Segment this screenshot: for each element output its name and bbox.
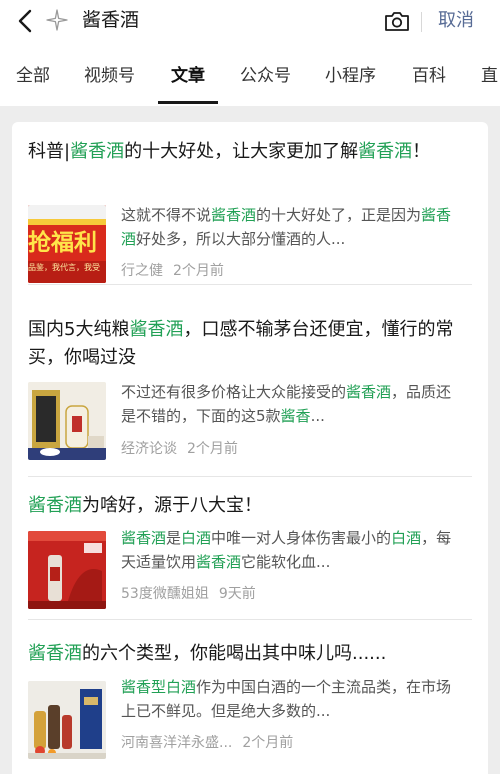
article-time: 9天前 xyxy=(218,586,256,602)
text-segment: 它能软化血... xyxy=(241,553,331,571)
article-meta: 河南喜洋洋永盛... 2个月前 xyxy=(121,733,293,753)
article-thumbnail xyxy=(28,382,106,460)
article-time: 2个月前 xyxy=(242,735,294,751)
article-meta: 53度微醺姐姐 9天前 xyxy=(121,584,256,604)
search-bar: 酱香酒 取消 xyxy=(0,0,500,44)
article-thumbnail: 抢福利 品鉴，我代言，我受 xyxy=(28,205,106,283)
text-segment: 是 xyxy=(166,529,182,547)
article-title[interactable]: 国内5大纯粮酱香酒，口感不输茅台还便宜，懂行的常买，你喝过没 xyxy=(28,316,476,372)
keyword-highlight: 酱香酒 xyxy=(129,319,184,340)
article-thumbnail xyxy=(28,681,106,759)
article-results: 科普|酱香酒的十大好处，让大家更加了解酱香酒！ 抢福利 品鉴，我代言，我受 这就… xyxy=(12,122,488,774)
keyword-highlight: 酱香酒 xyxy=(121,529,167,547)
search-input[interactable]: 酱香酒 xyxy=(82,7,139,33)
article-source[interactable]: 经济论谈 xyxy=(121,441,177,457)
keyword-highlight: 酱香酒 xyxy=(196,553,242,571)
keyword-highlight: 酱香酒 xyxy=(28,495,82,516)
tab-all[interactable]: 全部 xyxy=(16,64,50,88)
text-segment: ！ xyxy=(412,141,431,162)
active-tab-indicator xyxy=(158,101,218,104)
article-thumbnail xyxy=(28,531,106,609)
keyword-highlight: 酱香酒 xyxy=(211,206,257,224)
text-segment: 不过还有很多价格让大众能接受的 xyxy=(121,383,347,401)
article-title[interactable]: 科普|酱香酒的十大好处，让大家更加了解酱香酒！ xyxy=(28,138,476,166)
keyword-highlight: 白酒 xyxy=(391,529,422,547)
article-snippet: 不过还有很多价格让大众能接受的酱香酒，品质还是不错的，下面的这5款酱香... xyxy=(121,380,466,428)
article-snippet: 这就不得不说酱香酒的十大好处了，正是因为酱香酒好处多，所以大部分懂酒的人... xyxy=(121,203,466,251)
divider xyxy=(421,12,422,32)
keyword-highlight: 酱香酒 xyxy=(28,643,82,664)
thumbnail-caption: 抢福利 xyxy=(28,230,97,256)
article-time: 2个月前 xyxy=(173,263,224,279)
text-segment: 科普| xyxy=(28,141,71,162)
camera-icon[interactable] xyxy=(384,10,410,32)
tab-articles[interactable]: 文章 xyxy=(171,64,205,88)
text-segment: 的六个类型，你能喝出其中味儿吗...... xyxy=(82,643,387,664)
sparkle-icon xyxy=(46,9,68,31)
tab-mini-programs[interactable]: 小程序 xyxy=(325,64,376,88)
text-segment: 这就不得不说 xyxy=(121,206,212,224)
thumbnail-subcaption: 品鉴，我代言，我受 xyxy=(28,263,100,272)
keyword-highlight: 酱香 xyxy=(280,407,311,425)
text-segment: 为啥好，源于八大宝！ xyxy=(82,495,262,516)
text-segment: 好处多，所以大部分懂酒的人... xyxy=(136,230,346,248)
text-segment: 国内5大纯粮 xyxy=(28,319,130,340)
article-meta: 行之健 2个月前 xyxy=(121,261,224,281)
keyword-highlight: 酱香酒 xyxy=(358,141,413,162)
article-title[interactable]: 酱香酒的六个类型，你能喝出其中味儿吗...... xyxy=(28,640,476,668)
category-tabs: 全部 视频号 文章 公众号 小程序 百科 直 xyxy=(0,44,500,106)
tab-encyclopedia[interactable]: 百科 xyxy=(412,64,446,88)
article-source[interactable]: 53度微醺姐姐 xyxy=(121,586,209,602)
article-snippet: 酱香酒是白酒中唯一对人身体伤害最小的白酒，每天适量饮用酱香酒它能软化血... xyxy=(121,526,466,574)
article-card[interactable]: 国内5大纯粮酱香酒，口感不输茅台还便宜，懂行的常买，你喝过没 不过还有很多价格让… xyxy=(12,285,488,477)
cancel-button[interactable]: 取消 xyxy=(438,8,474,34)
keyword-highlight: 白酒 xyxy=(181,529,212,547)
tab-official-accounts[interactable]: 公众号 xyxy=(240,64,291,88)
back-arrow-icon[interactable] xyxy=(14,8,38,34)
article-card[interactable]: 酱香酒为啥好，源于八大宝！ 酱香酒是白酒中唯一对人身体伤害最小的白酒，每天适量饮… xyxy=(12,477,488,620)
article-source[interactable]: 河南喜洋洋永盛... xyxy=(121,735,232,751)
article-source[interactable]: 行之健 xyxy=(121,263,163,279)
article-card[interactable]: 科普|酱香酒的十大好处，让大家更加了解酱香酒！ 抢福利 品鉴，我代言，我受 这就… xyxy=(12,122,488,285)
article-title[interactable]: 酱香酒为啥好，源于八大宝！ xyxy=(28,492,476,520)
article-meta: 经济论谈 2个月前 xyxy=(121,439,238,459)
keyword-highlight: 酱香酒 xyxy=(346,383,392,401)
keyword-highlight: 酱香酒 xyxy=(70,141,125,162)
text-segment: ... xyxy=(310,407,325,425)
article-time: 2个月前 xyxy=(187,441,238,457)
tab-live[interactable]: 直 xyxy=(481,64,498,88)
article-card[interactable]: 酱香酒的六个类型，你能喝出其中味儿吗...... 酱香型白酒作为中国白酒的一个主… xyxy=(12,620,488,774)
text-segment: 中唯一对人身体伤害最小的 xyxy=(211,529,392,547)
keyword-highlight: 酱香型白酒 xyxy=(121,678,197,696)
tab-channels[interactable]: 视频号 xyxy=(84,64,135,88)
text-segment: 的十大好处了，正是因为 xyxy=(256,206,422,224)
article-snippet: 酱香型白酒作为中国白酒的一个主流品类，在市场上已不鲜见。但是绝大多数的... xyxy=(121,675,466,723)
text-segment: 的十大好处，让大家更加了解 xyxy=(124,141,359,162)
